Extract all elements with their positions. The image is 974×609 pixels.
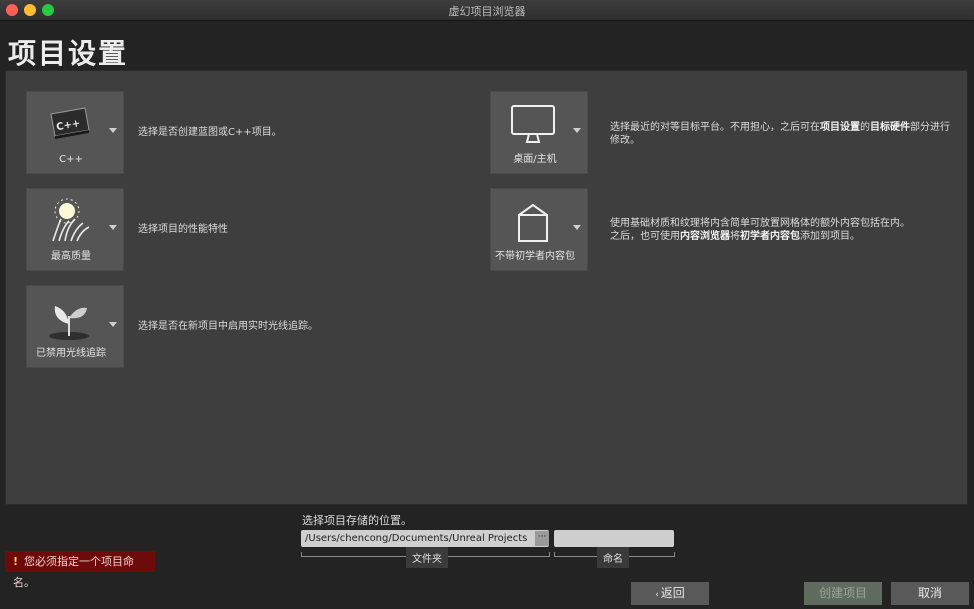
- chevron-down-icon: [573, 128, 581, 133]
- chevron-down-icon: [109, 128, 117, 133]
- window-title: 虚幻项目浏览器: [448, 5, 526, 18]
- back-arrow-icon: ‹: [655, 590, 659, 600]
- platform-selector[interactable]: 桌面/主机: [490, 91, 588, 174]
- location-label: 选择项目存储的位置。: [302, 514, 412, 527]
- tile-description: 选择最近的对等目标平台。不用担心，之后可在项目设置的目标硬件部分进行 修改。: [610, 122, 950, 146]
- tile-description: 选择是否创建蓝图或C++项目。: [138, 127, 282, 138]
- create-project-button[interactable]: 创建项目: [804, 582, 882, 605]
- folder-caption: 文件夹: [406, 547, 448, 568]
- quality-icon: [52, 198, 90, 242]
- chevron-down-icon: [109, 225, 117, 230]
- starter-content-selector[interactable]: 不带初学者内容包: [490, 188, 588, 271]
- settings-panel: C++ C++ 选择是否创建蓝图或C++项目。 最高质量 选择项目的性能特性 已…: [5, 70, 968, 505]
- page-title: 项目设置: [8, 37, 129, 70]
- raytracing-selector[interactable]: 已禁用光线追踪: [26, 285, 124, 368]
- tile-label: C++: [59, 154, 83, 165]
- tile-description: 使用基础材质和纹理将内含简单可放置网格体的额外内容包括在内。 之后，也可使用内容…: [610, 218, 910, 242]
- error-message: ! 您必须指定一个项目命名。: [5, 551, 155, 589]
- error-text: 您必须指定一个项目命名。: [13, 555, 135, 589]
- tile-label: 已禁用光线追踪: [36, 348, 106, 359]
- tile-label: 最高质量: [51, 251, 91, 262]
- chevron-down-icon: [573, 225, 581, 230]
- back-button[interactable]: ‹ 返回: [631, 582, 709, 605]
- browse-folder-button[interactable]: ···: [535, 531, 549, 546]
- tile-label: 不带初学者内容包: [495, 251, 575, 262]
- cancel-button[interactable]: 取消: [891, 582, 969, 605]
- tile-label: 桌面/主机: [513, 154, 557, 165]
- name-caption: 命名: [597, 547, 629, 568]
- tile-description: 选择是否在新项目中启用实时光线追踪。: [138, 321, 318, 332]
- project-folder-input[interactable]: /Users/chencong/Documents/Unreal Project…: [301, 530, 549, 547]
- tile-description: 选择项目的性能特性: [138, 224, 228, 235]
- box-icon: [518, 203, 548, 242]
- quality-selector[interactable]: 最高质量: [26, 188, 124, 271]
- cpp-icon: C++: [50, 107, 90, 139]
- warning-icon: !: [13, 555, 19, 568]
- monitor-icon: [511, 105, 555, 143]
- title-bar: 虚幻项目浏览器: [0, 0, 974, 21]
- cpp-blueprint-selector[interactable]: C++ C++: [26, 91, 124, 174]
- chevron-down-icon: [109, 322, 117, 327]
- project-name-input[interactable]: [554, 530, 674, 547]
- raytracing-icon: [49, 306, 89, 340]
